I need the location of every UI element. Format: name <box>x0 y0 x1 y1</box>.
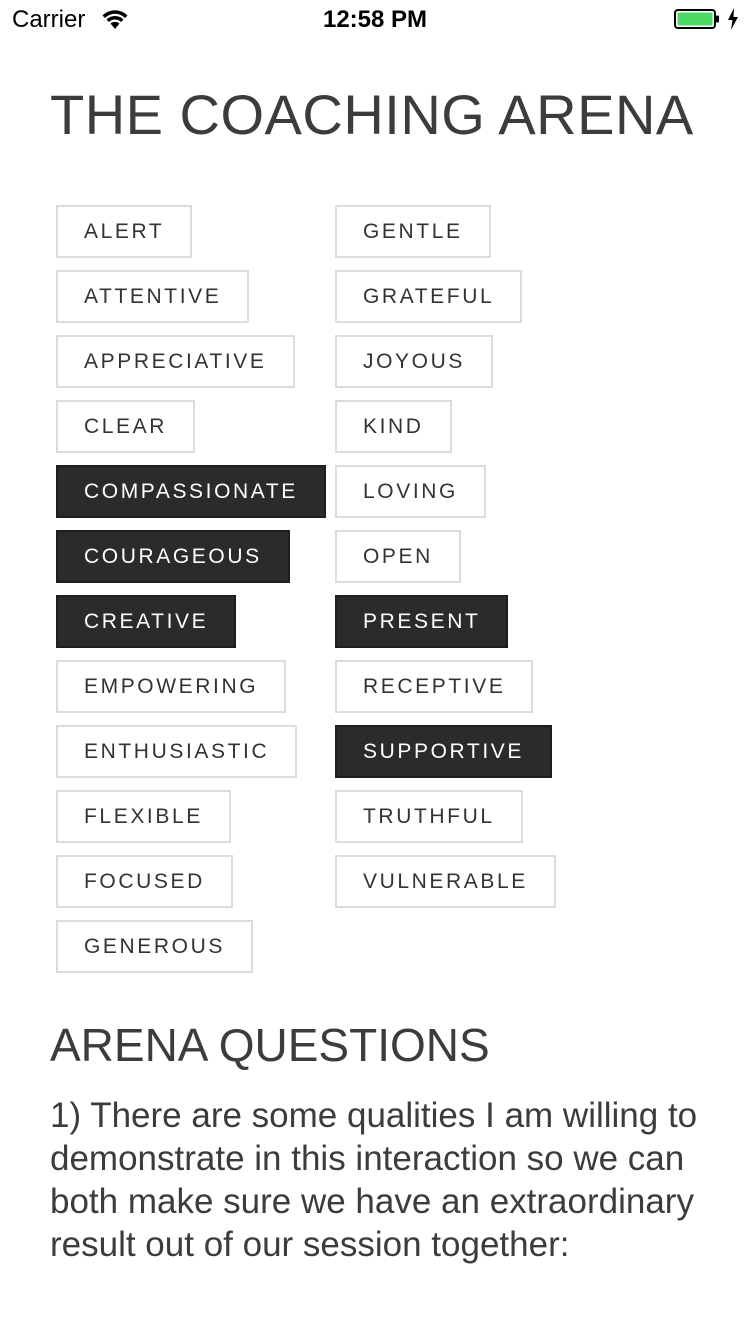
qualities-column-left: ALERT ATTENTIVE APPRECIATIVE CLEAR COMPASSIO… <box>56 205 326 985</box>
quality-chip-vulnerable[interactable]: VULNERABLE <box>335 855 556 908</box>
quality-chip-grateful[interactable]: GRATEFUL <box>335 270 523 323</box>
quality-chip-appreciative[interactable]: APPRECIATIVE <box>56 335 295 388</box>
question-1: 1) There are some qualities I am willing… <box>50 1096 698 1264</box>
status-bar: Carrier 12:58 PM <box>0 0 750 40</box>
quality-chip-flexible[interactable]: FLEXIBLE <box>56 790 231 843</box>
quality-chip-loving[interactable]: LOVING <box>335 465 486 518</box>
clock: 12:58 PM <box>322 6 428 33</box>
qualities-column-right: GENTLE GRATEFUL JOYOUS KIND LOVING OPEN PRESEN… <box>335 205 556 920</box>
quality-chip-open[interactable]: OPEN <box>335 530 461 583</box>
quality-chip-alert[interactable]: ALERT <box>56 205 193 258</box>
page-title: THE COACHING ARENA <box>50 83 694 146</box>
quality-chip-joyous[interactable]: JOYOUS <box>335 335 493 388</box>
quality-chip-truthful[interactable]: TRUTHFUL <box>335 790 523 843</box>
quality-chip-attentive[interactable]: ATTENTIVE <box>56 270 250 323</box>
quality-chip-enthusiastic[interactable]: ENTHUSIASTIC <box>56 725 298 778</box>
quality-chip-generous[interactable]: GENEROUS <box>56 920 253 973</box>
quality-chip-kind[interactable]: KIND <box>335 400 452 453</box>
quality-chip-courageous[interactable]: COURAGEOUS <box>56 530 290 583</box>
quality-chip-receptive[interactable]: RECEPTIVE <box>335 660 534 713</box>
quality-chip-empowering[interactable]: EMPOWERING <box>56 660 287 713</box>
quality-chip-supportive[interactable]: SUPPORTIVE <box>335 725 552 778</box>
quality-chip-present[interactable]: PRESENT <box>335 595 509 648</box>
quality-chip-focused[interactable]: FOCUSED <box>56 855 233 908</box>
quality-chip-gentle[interactable]: GENTLE <box>335 205 491 258</box>
charging-bolt-icon <box>728 8 738 30</box>
quality-chip-clear[interactable]: CLEAR <box>56 400 196 453</box>
section-title-arena-questions: ARENA QUESTIONS <box>50 1019 490 1071</box>
quality-chip-creative[interactable]: CREATIVE <box>56 595 237 648</box>
quality-chip-compassionate[interactable]: COMPASSIONATE <box>56 465 326 518</box>
battery-charging-icon <box>674 9 719 29</box>
